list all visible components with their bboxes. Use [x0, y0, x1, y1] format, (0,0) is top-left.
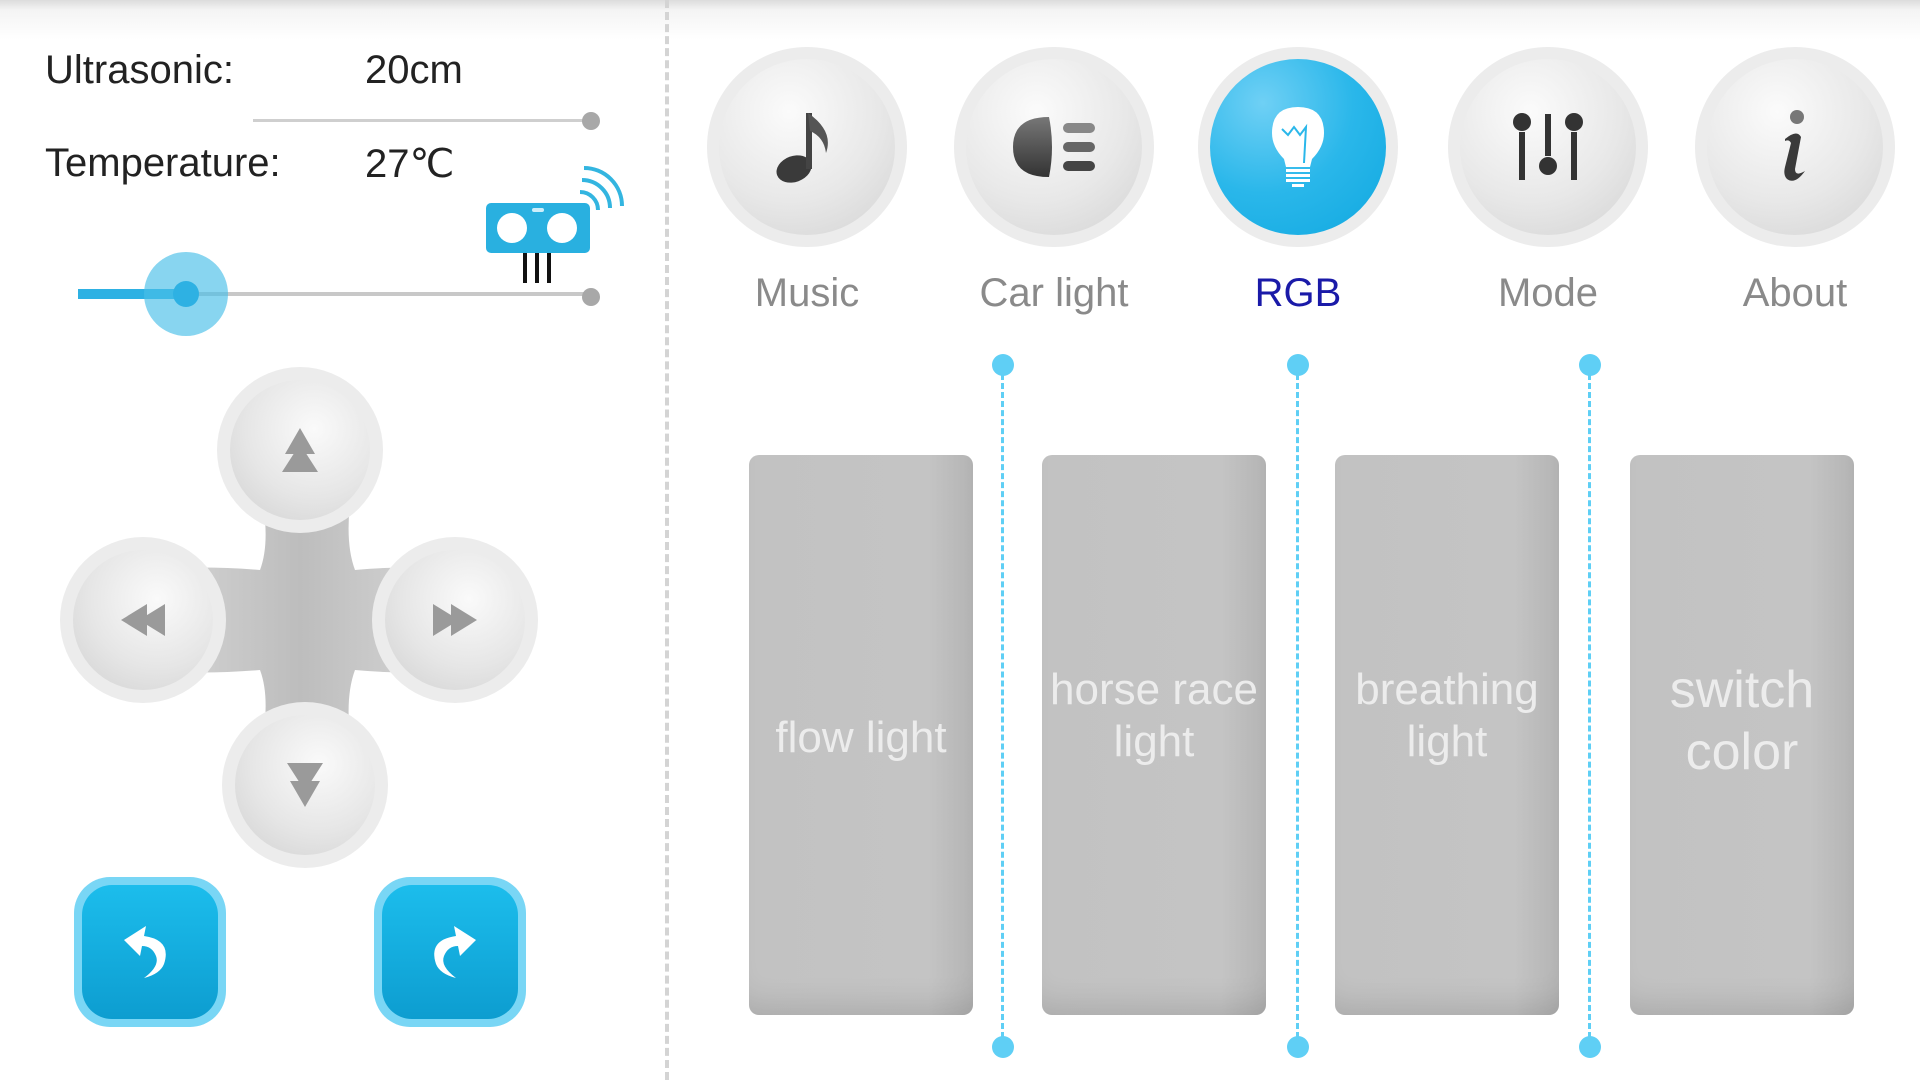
turn-left-button[interactable] — [74, 877, 226, 1027]
up-arrow-icon — [282, 428, 318, 472]
ultrasonic-value: 20cm — [365, 48, 463, 92]
tab-music[interactable]: Music — [702, 47, 912, 316]
mode-label: breathing light — [1355, 665, 1539, 766]
mode-switch-color[interactable]: switch color — [1630, 455, 1854, 1015]
separator-line — [1296, 365, 1299, 1047]
tab-about[interactable]: About — [1690, 47, 1900, 316]
temperature-value: 27℃ — [365, 142, 455, 186]
sliders-icon — [1513, 113, 1583, 180]
backward-button[interactable] — [222, 702, 388, 868]
separator-dot — [1579, 354, 1601, 376]
headlight-icon — [1013, 117, 1095, 177]
mode-label: switch color — [1669, 661, 1815, 781]
mode-flow-light[interactable]: flow light — [749, 455, 973, 1015]
separator-dot — [1579, 1036, 1601, 1058]
ultrasonic-divider — [253, 119, 590, 122]
down-arrow-icon — [287, 763, 323, 807]
ultrasonic-sensor-icon — [484, 158, 624, 288]
pane-divider — [665, 0, 669, 1080]
top-shadow — [0, 0, 1920, 40]
temperature-label: Temperature: — [45, 141, 281, 185]
separator-dot — [1287, 1036, 1309, 1058]
turn-right-button[interactable] — [374, 877, 526, 1027]
mode-breathing-light[interactable]: breathing light — [1335, 455, 1559, 1015]
light-bulb-icon — [1272, 107, 1324, 187]
separator-line — [1588, 365, 1591, 1047]
info-icon — [1784, 110, 1805, 181]
tab-mode[interactable]: Mode — [1443, 47, 1653, 316]
mode-label: horse race light — [1050, 665, 1258, 766]
right-button[interactable] — [372, 537, 538, 703]
fast-forward-icon — [433, 604, 477, 636]
forward-button[interactable] — [217, 367, 383, 533]
tab-label: RGB — [1254, 271, 1342, 315]
separator-dot — [992, 1036, 1014, 1058]
mode-horse-race-light[interactable]: horse race light — [1042, 455, 1266, 1015]
separator-dot — [992, 354, 1014, 376]
tab-car-light[interactable]: Car light — [949, 47, 1159, 316]
tab-label: About — [1742, 271, 1848, 315]
tab-label: Music — [754, 271, 860, 315]
separator-line — [1001, 365, 1004, 1047]
ultrasonic-label: Ultrasonic: — [45, 48, 234, 92]
slider-end — [582, 288, 600, 306]
turn-right-arrow-icon — [434, 926, 476, 978]
left-button[interactable] — [60, 537, 226, 703]
ultrasonic-line-end — [582, 112, 600, 130]
turn-left-arrow-icon — [124, 926, 166, 978]
music-note-icon — [776, 113, 828, 183]
rewind-icon — [121, 604, 165, 636]
speed-slider[interactable] — [78, 252, 590, 336]
tab-label: Mode — [1497, 271, 1599, 315]
tab-label: Car light — [979, 271, 1129, 315]
tab-rgb[interactable]: RGB — [1193, 47, 1403, 316]
slider-thumb[interactable] — [172, 281, 199, 307]
mode-label: flow light — [775, 713, 947, 762]
separator-dot — [1287, 354, 1309, 376]
